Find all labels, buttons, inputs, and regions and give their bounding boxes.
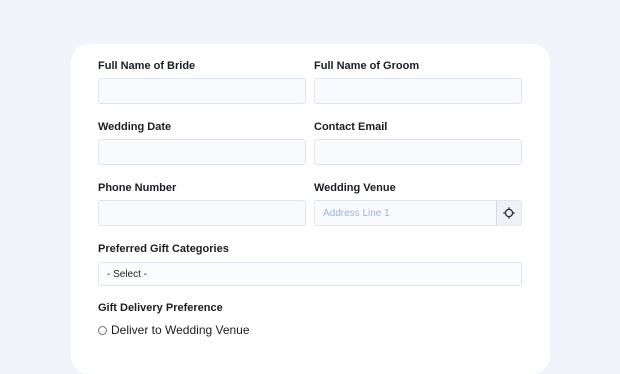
- bride-name-input[interactable]: [98, 78, 306, 104]
- contact-email-input[interactable]: [314, 139, 522, 165]
- radio-deliver-to-venue[interactable]: Deliver to Wedding Venue: [98, 323, 250, 337]
- gift-categories-label: Preferred Gift Categories: [98, 243, 229, 255]
- groom-name-input[interactable]: [314, 78, 522, 104]
- groom-name-label: Full Name of Groom: [314, 60, 420, 72]
- phone-number-input[interactable]: [98, 200, 306, 226]
- wedding-venue-label: Wedding Venue: [314, 182, 396, 194]
- delivery-preference-label: Gift Delivery Preference: [98, 302, 223, 314]
- crosshair-icon: [503, 207, 515, 219]
- wedding-date-label: Wedding Date: [98, 121, 172, 133]
- wedding-venue-address-input[interactable]: [314, 200, 497, 226]
- radio-button[interactable]: [98, 325, 107, 335]
- gift-categories-selected-value: - Select -: [107, 268, 148, 280]
- bride-name-label: Full Name of Bride: [98, 60, 196, 72]
- radio-option-label: Deliver to Wedding Venue: [111, 323, 250, 337]
- gift-categories-select[interactable]: - Select -: [98, 262, 522, 286]
- wedding-date-input[interactable]: [98, 139, 306, 165]
- locate-address-button[interactable]: [496, 200, 522, 226]
- phone-number-label: Phone Number: [98, 182, 177, 194]
- contact-email-label: Contact Email: [314, 121, 388, 133]
